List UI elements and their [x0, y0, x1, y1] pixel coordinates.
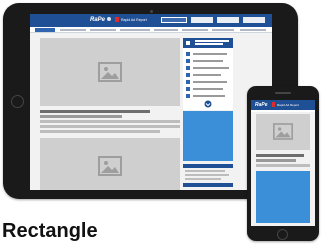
tablet-sidebar-item — [193, 52, 227, 55]
tablet-sidebar-bullet — [186, 59, 190, 63]
tablet-article-title-line — [40, 110, 150, 113]
tablet-nav-button — [217, 17, 239, 23]
phone-site-header: RaPe Rapid Ad Report — [251, 100, 315, 110]
phone-rectangle-ad — [256, 171, 310, 223]
tablet-sidebar-bullet — [186, 87, 190, 91]
tablet-sidebar-item — [193, 87, 223, 90]
tablet-subnav-item — [154, 29, 178, 31]
tablet-sidebar-line — [185, 170, 225, 172]
tablet-sidebar-item — [193, 73, 221, 76]
tablet-sidebar-line — [185, 178, 221, 180]
tablet-sidebar-item — [193, 94, 225, 97]
tablet-subnav-item — [182, 29, 208, 31]
tablet-article-image — [40, 138, 180, 190]
phone-red-badge — [272, 102, 275, 107]
tablet-sidebar-item — [193, 59, 223, 62]
tablet-sidebar-line — [185, 174, 229, 176]
phone-device: RaPe Rapid Ad Report — [247, 86, 319, 241]
image-icon — [273, 123, 293, 140]
phone-article-title-line — [256, 154, 304, 157]
tablet-subnav-item — [120, 29, 150, 31]
tablet-subnav-item — [212, 29, 234, 31]
device-mockup-stage: RaPe Rapid Ad Report RaPe Rapid Ad Repor… — [0, 0, 323, 244]
tablet-sidebar-bullet — [186, 52, 190, 56]
tablet-nav-button — [191, 17, 213, 23]
phone-article-line — [256, 164, 310, 167]
image-icon — [98, 62, 122, 82]
tablet-camera — [150, 10, 153, 13]
tablet-sidebar-bullet — [186, 73, 190, 77]
tablet-sidebar-header — [183, 38, 233, 48]
phone-speaker — [275, 92, 291, 94]
image-icon — [98, 156, 122, 176]
tablet-sidebar-header-line — [195, 43, 223, 45]
tablet-hero-image — [40, 38, 180, 106]
tablet-subnav-item — [60, 29, 86, 31]
tablet-logo-mark — [107, 17, 111, 21]
tablet-sidebar-list — [183, 38, 233, 110]
phone-site-tagline: Rapid Ad Report — [277, 103, 300, 107]
tablet-sidebar-bullet — [186, 94, 190, 98]
tablet-article-line — [40, 125, 180, 128]
tablet-site-logo: RaPe — [90, 17, 106, 23]
phone-article-line — [256, 159, 296, 162]
tablet-subnav-item — [90, 29, 116, 31]
tablet-subnav — [30, 27, 272, 33]
tablet-sidebar-header-line — [195, 40, 229, 42]
tablet-sidebar-item — [193, 80, 227, 83]
tablet-article-line — [40, 115, 122, 118]
tablet-site-header: RaPe Rapid Ad Report — [30, 14, 272, 27]
tablet-rectangle-ad — [183, 111, 233, 161]
tablet-subnav-item — [240, 29, 266, 31]
ad-format-caption: Rectangle — [2, 220, 98, 242]
tablet-site-tagline: Rapid Ad Report — [121, 18, 147, 22]
tablet-sidebar-item — [193, 66, 229, 69]
tablet-screen: RaPe Rapid Ad Report — [30, 14, 272, 190]
tablet-red-badge — [115, 17, 119, 22]
tablet-sidebar-header-icon — [186, 41, 190, 45]
tablet-sidebar-section-header — [183, 164, 233, 168]
phone-home-button — [277, 229, 288, 240]
tablet-article-line — [40, 130, 160, 133]
tablet-nav-button — [243, 17, 265, 23]
phone-site-logo: RaPe — [255, 102, 268, 108]
tablet-home-button — [11, 95, 24, 108]
tablet-sidebar-bullet — [186, 80, 190, 84]
tablet-article-line — [40, 120, 180, 123]
phone-subnav — [251, 110, 315, 112]
chevron-down-icon — [204, 100, 212, 108]
tablet-subnav-active-tab — [35, 28, 55, 32]
phone-hero-image — [256, 114, 310, 150]
tablet-sidebar-section-header — [183, 183, 233, 187]
tablet-sidebar-bullet — [186, 66, 190, 70]
tablet-search-box — [161, 17, 187, 23]
phone-screen: RaPe Rapid Ad Report — [251, 100, 315, 226]
